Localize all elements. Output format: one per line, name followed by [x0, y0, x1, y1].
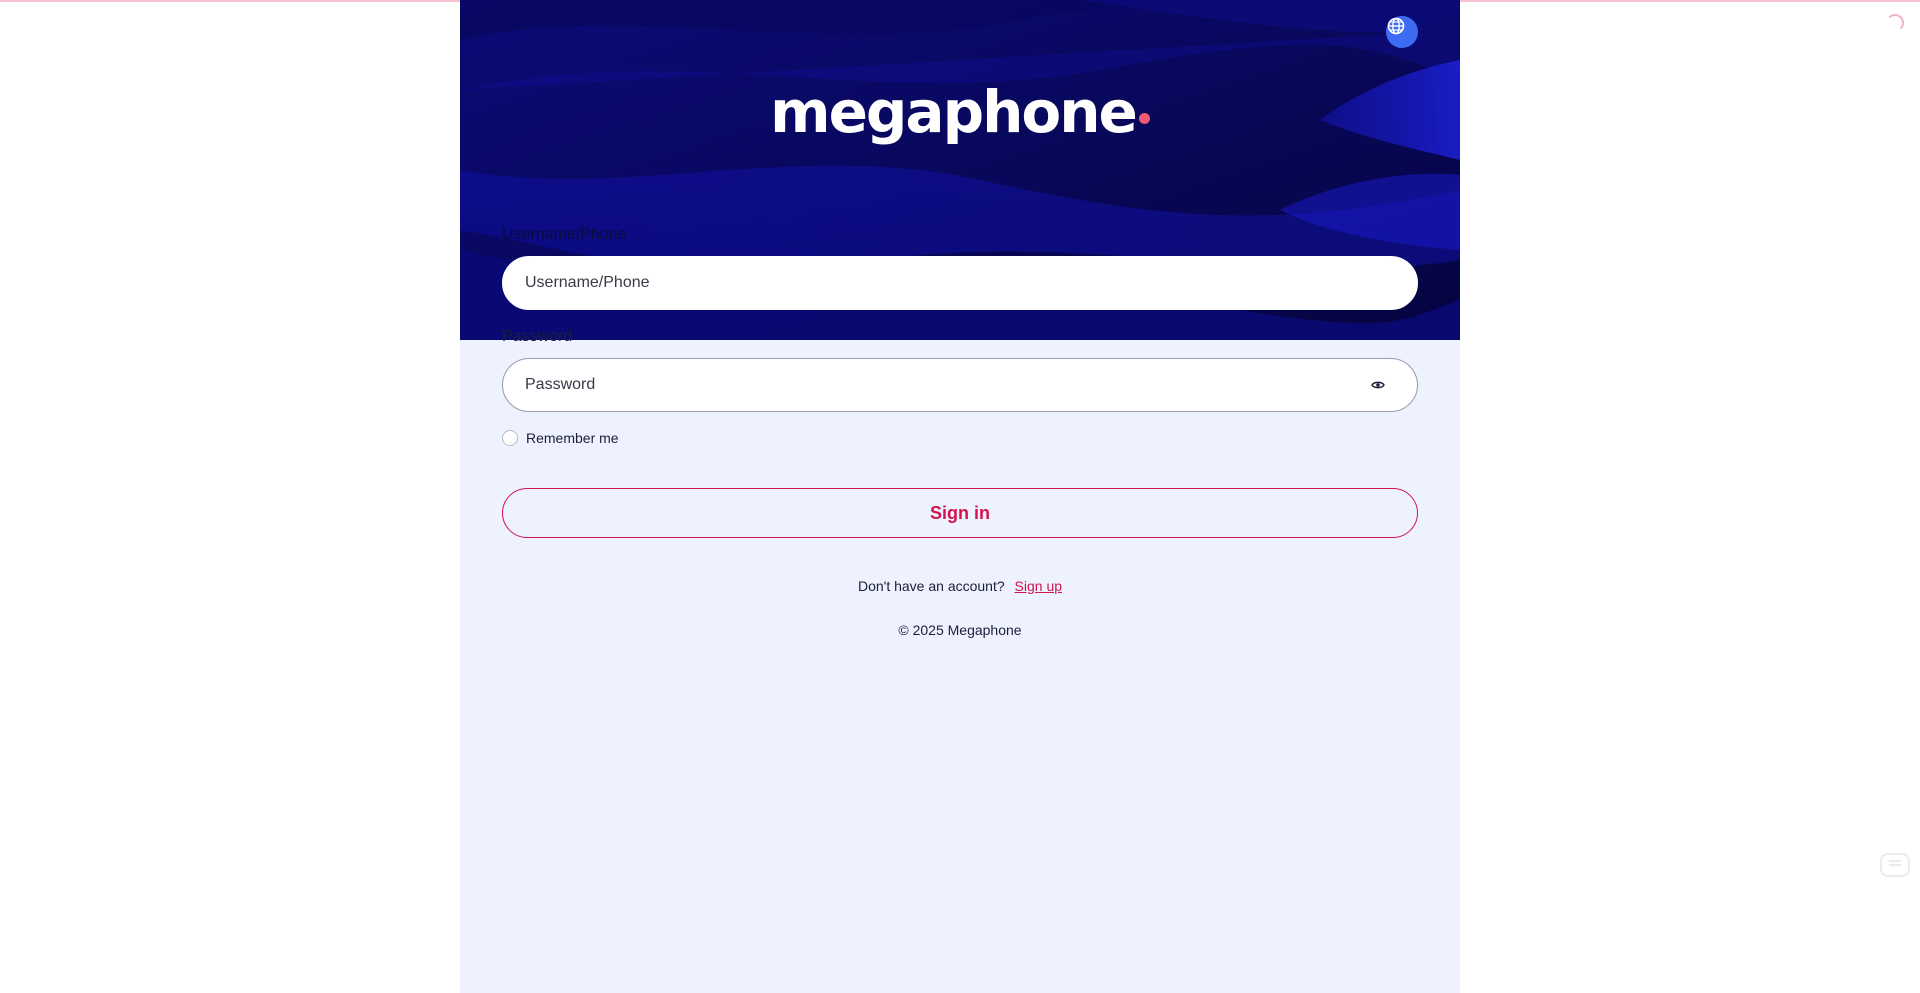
brand-logo-text: megaphone — [770, 78, 1138, 146]
password-label: Password — [502, 328, 573, 345]
login-panel: megaphone Username/Phone Password Rememb… — [460, 0, 1460, 993]
username-label: Username/Phone — [502, 226, 627, 243]
remember-me-option[interactable]: Remember me — [502, 429, 619, 447]
loading-spinner-icon — [1886, 14, 1904, 32]
globe-icon — [1387, 17, 1405, 35]
brand-logo-dot — [1138, 113, 1150, 124]
remember-me-radio[interactable] — [502, 430, 518, 446]
eye-icon — [1371, 381, 1385, 389]
remember-me-label: Remember me — [526, 430, 619, 446]
brand-logo: megaphone — [460, 72, 1460, 152]
signup-prompt-text: Don't have an account? — [857, 578, 1005, 594]
copyright-text: © 2025 Megaphone — [898, 622, 1022, 638]
toggle-password-visibility-button[interactable] — [1366, 373, 1390, 397]
sign-up-link[interactable]: Sign up — [1015, 578, 1062, 594]
language-button[interactable] — [1386, 16, 1418, 48]
username-input[interactable] — [502, 256, 1418, 310]
signup-prompt-row: Don't have an account? Sign up — [502, 578, 1418, 594]
sign-in-button[interactable]: Sign in — [502, 488, 1418, 538]
password-input[interactable] — [502, 358, 1418, 412]
chat-icon[interactable] — [1880, 853, 1910, 877]
